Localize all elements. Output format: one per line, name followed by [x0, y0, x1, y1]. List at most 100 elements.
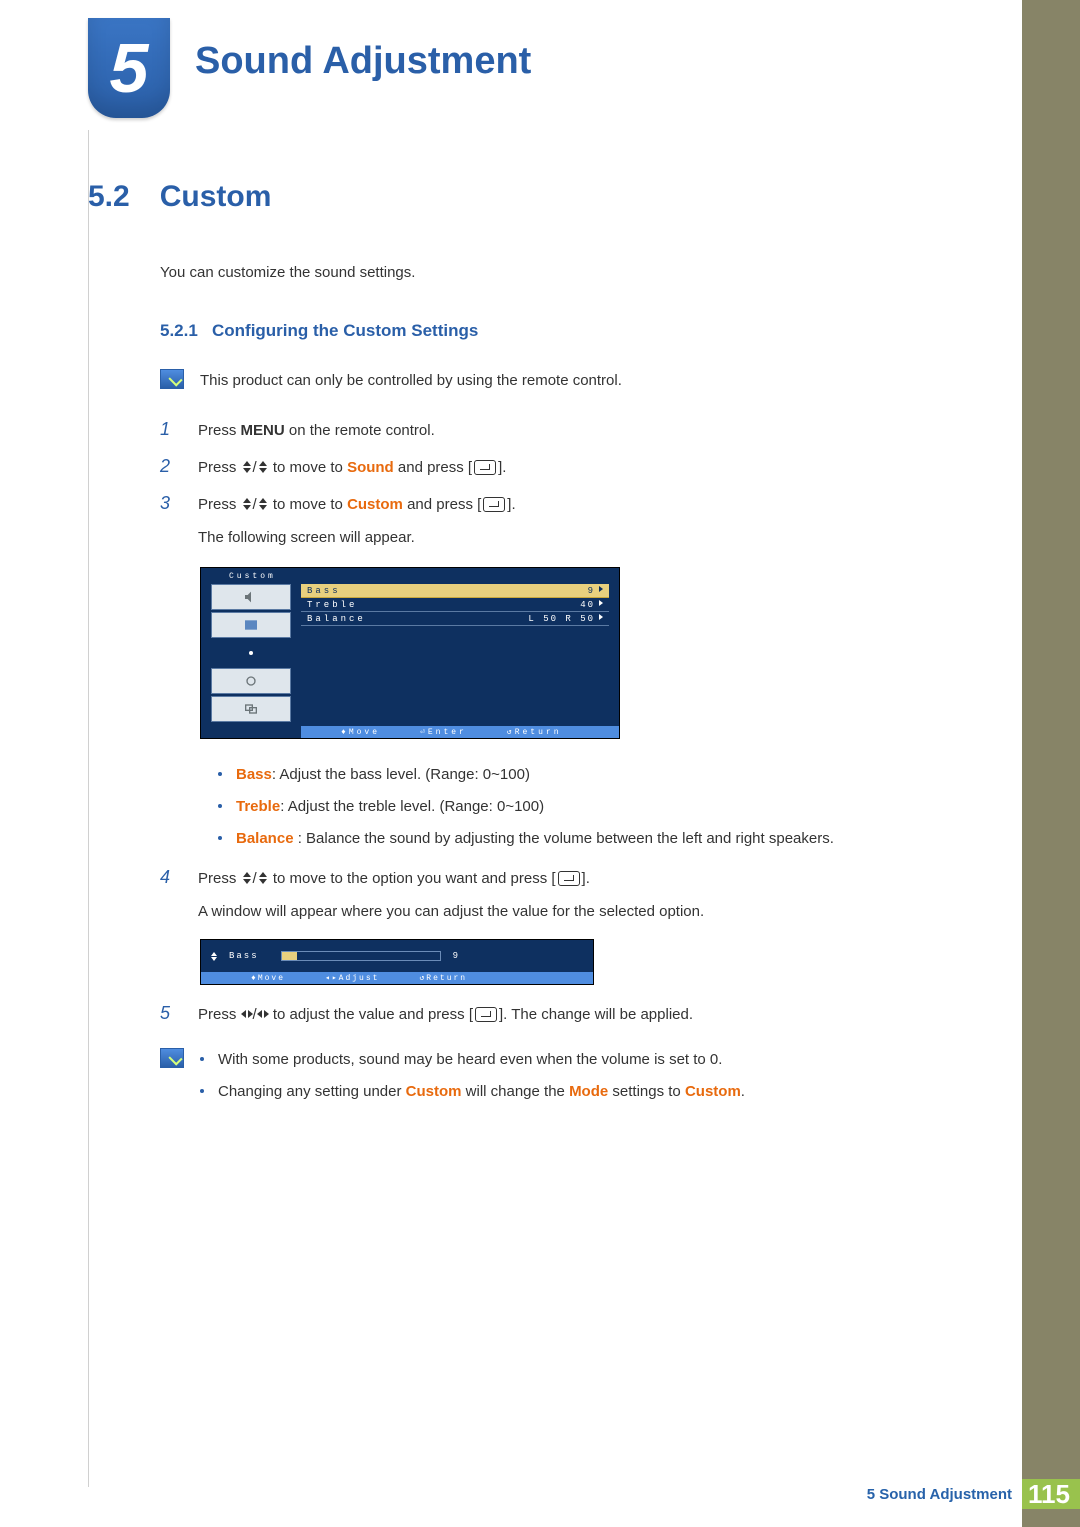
step-number: 1: [160, 417, 178, 444]
footer-label: 5 Sound Adjustment: [867, 1486, 1012, 1503]
subsection-number: 5.2.1: [160, 321, 198, 340]
osd-row-balance: Balance L 50 R 50: [301, 612, 609, 626]
bullet-bass: Bass: Adjust the bass level. (Range: 0~1…: [218, 763, 958, 787]
left-right-icon: [241, 1008, 253, 1020]
text: on the remote control.: [285, 422, 435, 439]
chapter-badge: 5: [88, 18, 170, 118]
bullet-desc: : Balance the sound by adjusting the vol…: [294, 830, 834, 847]
osd-row-value: 9: [588, 586, 595, 596]
osd-lines: Bass 9 Treble 40 Balance L 50 R 50: [301, 584, 609, 626]
text: .: [741, 1083, 745, 1100]
osd-row-bass: Bass 9: [301, 584, 609, 598]
step-number: 2: [160, 454, 178, 481]
right-edge-bar: [1022, 0, 1080, 1527]
step-3: 3 Press / to move to Custom and press []…: [160, 491, 958, 551]
text: Press: [198, 422, 241, 439]
note-bottom-1: With some products, sound may be heard e…: [200, 1048, 958, 1072]
text: to move to the option you want and press…: [269, 870, 556, 887]
triangle-right-icon: [599, 586, 603, 592]
section-title: Custom: [160, 180, 272, 214]
bullet-balance: Balance : Balance the sound by adjusting…: [218, 827, 958, 851]
highlight: Mode: [569, 1083, 608, 1100]
note-icon: [160, 1048, 184, 1068]
step-2: 2 Press / to move to Sound and press [].: [160, 454, 958, 481]
osd-sidebar-picture-icon: [211, 612, 291, 638]
enter-icon: [483, 497, 505, 512]
target-label: Sound: [347, 459, 394, 476]
adjust-footer-adjust: Adjust: [339, 974, 380, 983]
osd-footer-move: Move: [349, 728, 380, 737]
adjust-footer-move: Move: [258, 974, 285, 983]
subsection-title: Configuring the Custom Settings: [212, 321, 478, 340]
step-number: 5: [160, 1001, 178, 1028]
step-1: 1 Press MENU on the remote control.: [160, 417, 958, 444]
note-bottom-2: Changing any setting under Custom will c…: [200, 1080, 958, 1104]
adjust-track: [281, 951, 441, 961]
section-number: 5.2: [88, 180, 130, 214]
osd-sidebar-input-icon: [211, 640, 291, 666]
text: Changing any setting under: [218, 1083, 406, 1100]
note-text: With some products, sound may be heard e…: [218, 1048, 722, 1072]
up-down-icon: [241, 872, 253, 884]
osd-row-treble: Treble 40: [301, 598, 609, 612]
up-down-arrows-icon: [211, 952, 217, 961]
page-number: 115: [1022, 1479, 1080, 1509]
adjust-footer: ♦Move ◂▸Adjust ↺Return: [201, 972, 593, 984]
adjust-footer-return: Return: [426, 974, 467, 983]
text: to move to: [269, 496, 347, 513]
step-5: 5 Press / to adjust the value and press …: [160, 1001, 958, 1028]
section-heading: 5.2 Custom: [88, 180, 958, 214]
text: Press: [198, 870, 241, 887]
text: Press: [198, 459, 241, 476]
up-down-icon: [257, 872, 269, 884]
highlight: Custom: [406, 1083, 462, 1100]
bullet-icon: [218, 772, 222, 776]
bullet-desc: : Adjust the bass level. (Range: 0~100): [272, 766, 530, 783]
subsection-heading: 5.2.1 Configuring the Custom Settings: [160, 321, 958, 341]
enter-icon: [474, 460, 496, 475]
text: to adjust the value and press [: [269, 1006, 473, 1023]
adjust-fill: [282, 952, 298, 960]
chapter-title: Sound Adjustment: [195, 40, 531, 83]
enter-icon: [475, 1007, 497, 1022]
text: Press: [198, 496, 241, 513]
up-down-icon: [257, 461, 269, 473]
target-label: Custom: [347, 496, 403, 513]
osd-sidebar-speaker-icon: [211, 584, 291, 610]
text: ].: [507, 496, 515, 513]
osd-sidebar-gear-icon: [211, 668, 291, 694]
text: Press: [198, 1006, 241, 1023]
triangle-right-icon: [599, 614, 603, 620]
text: ].: [582, 870, 590, 887]
bullet-icon: [200, 1089, 204, 1093]
text: will change the: [461, 1083, 569, 1100]
osd-row-label: Bass: [307, 586, 341, 596]
option-description-list: Bass: Adjust the bass level. (Range: 0~1…: [218, 763, 958, 851]
note-top: This product can only be controlled by u…: [160, 369, 958, 393]
menu-label: MENU: [241, 422, 285, 439]
osd-preview: Custom Bass 9 Treble 40 Balance: [200, 567, 958, 739]
bullet-icon: [218, 804, 222, 808]
osd-footer-return: Return: [515, 728, 562, 737]
adjust-bar-preview: Bass 9 ♦Move ◂▸Adjust ↺Return: [200, 939, 958, 985]
bullet-desc: : Adjust the treble level. (Range: 0~100…: [280, 798, 544, 815]
text: ].: [498, 459, 506, 476]
osd-sidebar: [211, 584, 291, 722]
up-down-icon: [241, 498, 253, 510]
note-top-text: This product can only be controlled by u…: [200, 369, 622, 393]
text: settings to: [608, 1083, 685, 1100]
step-after-text: A window will appear where you can adjus…: [198, 898, 958, 925]
section-intro: You can customize the sound settings.: [160, 264, 958, 281]
page-footer: 5 Sound Adjustment 115: [867, 1479, 1080, 1509]
adjust-label: Bass: [229, 951, 259, 961]
text: to move to: [269, 459, 347, 476]
osd-row-value: L 50 R 50: [528, 614, 595, 624]
text: and press [: [394, 459, 472, 476]
osd-row-label: Treble: [307, 600, 357, 610]
osd-row-label: Balance: [307, 614, 366, 624]
osd-title: Custom: [229, 572, 276, 581]
note-icon: [160, 369, 184, 389]
step-4: 4 Press / to move to the option you want…: [160, 865, 958, 925]
osd-footer-enter: Enter: [428, 728, 467, 737]
step-number: 4: [160, 865, 178, 925]
